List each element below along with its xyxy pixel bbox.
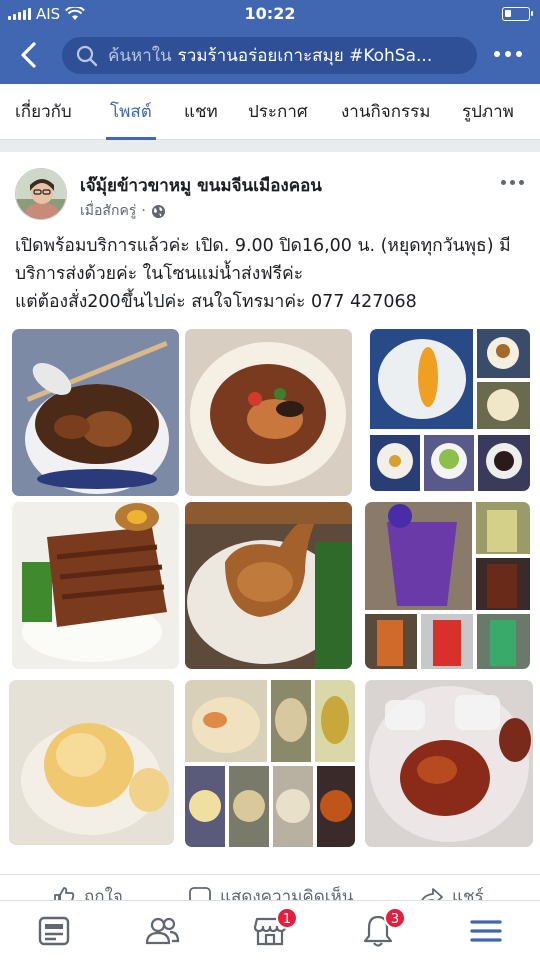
author-name[interactable]: เจ๊มุ้ยข้าวขาหมู ขนมจีนเมืองคอน <box>80 172 322 199</box>
photo-grid <box>0 324 540 854</box>
post-time[interactable]: เมื่อสักครู่ <box>80 200 136 222</box>
post-text-line: บริการส่งด้วยค่ะ ในโซนแม่น้ำส่งฟรีค่ะ <box>15 264 304 284</box>
photo-braised-pork-leg-rice[interactable] <box>12 502 179 669</box>
more-options-button[interactable] <box>494 44 524 64</box>
photo-braised-chicken-rice[interactable] <box>185 502 352 669</box>
search-placeholder: ค้นหาใน <box>108 46 172 66</box>
photo-dumpling-dessert[interactable] <box>9 680 174 845</box>
photo-kanom-jeen-collage[interactable] <box>185 680 355 847</box>
nav-news-feed[interactable] <box>36 913 72 949</box>
clock: 10:22 <box>244 4 296 23</box>
bottom-navigation: 1 3 <box>0 900 540 960</box>
post-options-button[interactable] <box>501 180 524 185</box>
nav-menu[interactable] <box>468 913 504 949</box>
dot-icon <box>519 180 524 185</box>
dot-icon <box>516 51 522 57</box>
search-group-name: รวมร้านอร่อยเกาะสมุย #KohSa... <box>177 46 433 66</box>
marketplace-badge: 1 <box>276 907 298 929</box>
tab-photos[interactable]: รูปภาพ <box>462 84 514 140</box>
post-text-line: เปิดพร้อมบริการแล้วค่ะ เปิด. 9.00 ปิด16,… <box>15 236 511 256</box>
nav-groups[interactable] <box>144 913 180 949</box>
post-card: เจ๊มุ้ยข้าวขาหมู ขนมจีนเมืองคอน เมื่อสัก… <box>0 152 540 912</box>
chevron-left-icon <box>21 42 36 68</box>
photo-drinks-collage[interactable] <box>365 502 530 669</box>
author-avatar[interactable] <box>15 168 67 220</box>
battery-icon <box>502 7 533 21</box>
dot-icon <box>505 51 511 57</box>
group-search-bar[interactable]: ค้นหาใน รวมร้านอร่อยเกาะสมุย #KohSa... <box>62 37 477 74</box>
post-text: เปิดพร้อมบริการแล้วค่ะ เปิด. 9.00 ปิด16,… <box>15 232 530 316</box>
tab-about[interactable]: เกี่ยวกับ <box>15 84 72 140</box>
separator-dot: · <box>141 203 146 219</box>
status-bar: AIS 10:22 <box>0 0 540 28</box>
nav-marketplace[interactable]: 1 <box>252 907 298 949</box>
dot-icon <box>510 180 515 185</box>
tab-posts[interactable]: โพสต์ <box>106 84 156 140</box>
dot-icon <box>501 180 506 185</box>
globe-icon <box>151 204 165 218</box>
menu-icon <box>470 920 502 942</box>
nav-notifications[interactable]: 3 <box>360 907 406 949</box>
post-text-line: แต่ต้องสั่ง200ขึ้นไปค่ะ สนใจโทรมาค่ะ 077… <box>15 292 417 312</box>
back-button[interactable] <box>12 38 46 72</box>
photo-noodle-soup[interactable] <box>185 329 352 496</box>
post-meta: เมื่อสักครู่ · <box>80 200 166 222</box>
group-tabs: เกี่ยวกับ โพสต์ แชท ประกาศ งานกิจกรรม รู… <box>0 84 540 140</box>
photo-sweet-potato-syrup[interactable] <box>365 680 533 847</box>
notifications-badge: 3 <box>384 907 406 929</box>
photo-dessert-collage[interactable] <box>370 329 530 491</box>
dot-icon <box>494 51 500 57</box>
tab-announcements[interactable]: ประกาศ <box>248 84 308 140</box>
avatar-image <box>16 169 66 219</box>
top-bar: AIS 10:22 ค้นหาใน รวมร้านอร่อยเกาะสมุย #… <box>0 0 540 84</box>
photo-braised-pork-noodle[interactable] <box>12 329 179 496</box>
search-icon <box>76 45 98 66</box>
news-feed-icon <box>38 916 70 946</box>
groups-icon <box>145 917 180 945</box>
tab-chat[interactable]: แชท <box>184 84 218 140</box>
tab-events[interactable]: งานกิจกรรม <box>341 84 430 140</box>
